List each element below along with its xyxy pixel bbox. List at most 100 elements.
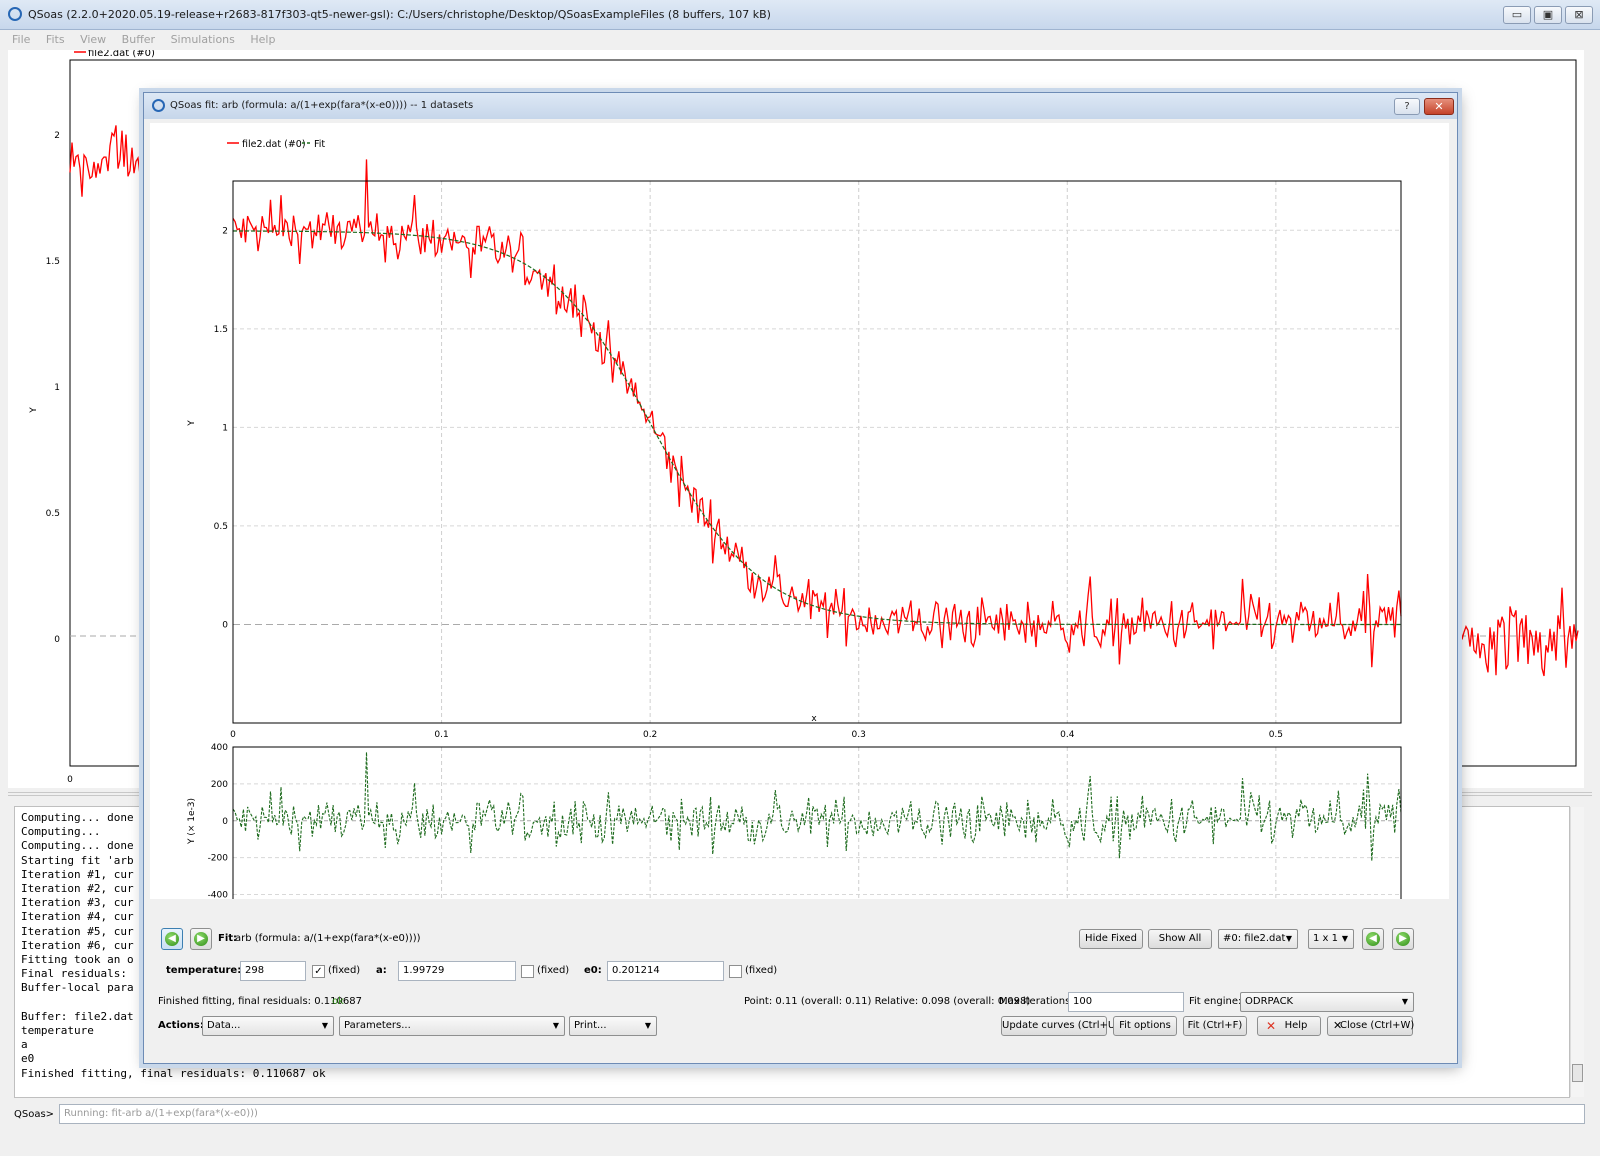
a-input[interactable]: 1.99729 (398, 961, 516, 981)
main-y-tick-0: 0 (54, 635, 60, 645)
close-dialog-label: Close (Ctrl+W) (1340, 1020, 1415, 1031)
dialog-app-icon (152, 99, 165, 112)
menu-file[interactable]: File (12, 30, 30, 50)
layout-select[interactable]: 1 x 1 ▼ (1308, 929, 1354, 949)
actions-label: Actions: (158, 1020, 204, 1031)
fit-y-axis-label: Y (187, 420, 197, 427)
dialog-close-button[interactable]: ✕ (1424, 98, 1454, 115)
console-scrollbar[interactable] (1570, 807, 1584, 1097)
residual-y-tick-label: 0 (222, 817, 228, 827)
legend-data-label: file2.dat (#0) (242, 139, 306, 150)
main-y-tick-1-5: 1.5 (46, 257, 60, 267)
main-y-axis-label: Y (29, 407, 39, 414)
update-curves-button[interactable]: Update curves (Ctrl+U) (1001, 1016, 1119, 1036)
menu-simulations[interactable]: Simulations (171, 30, 235, 50)
main-y-tick-2: 2 (54, 131, 60, 141)
console-scroll-thumb[interactable] (1572, 1064, 1583, 1082)
fit-status-ok: ok (332, 996, 344, 1007)
next-buffer-button[interactable]: ▶ (190, 928, 212, 950)
lifebuoy-icon: ✕ (1266, 1019, 1277, 1033)
residual-y-tick-label: -200 (208, 854, 229, 864)
menu-buffer[interactable]: Buffer (122, 30, 155, 50)
residual-y-tick-label: -400 (208, 891, 229, 899)
x-tick-label: 0.3 (852, 730, 866, 740)
maximize-button[interactable]: ▣ (1534, 6, 1562, 24)
next-dataset-button[interactable]: ▶ (1392, 928, 1414, 950)
console-line: Finished fitting, final residuals: 0.110… (21, 1066, 326, 1080)
main-data-trace-right (1437, 587, 1579, 677)
print-menu-label: Print... (574, 1020, 607, 1031)
main-y-tick-1: 1 (54, 383, 60, 393)
menu-help[interactable]: Help (250, 30, 275, 50)
temperature-fixed-checkbox[interactable]: ✓ (312, 965, 325, 978)
prompt-label: QSoas> (14, 1109, 55, 1120)
chevron-down-icon: ▼ (552, 1021, 559, 1030)
fit-plots-area: file2.dat (#0) Fit Y x Y (× 1e-3) 0 0.1 0.… (150, 123, 1449, 899)
dataset-select[interactable]: #0: file2.dat ▼ (1218, 929, 1298, 949)
fit-engine-select[interactable]: ODRPACK ▼ (1240, 992, 1414, 1012)
data-menu-label: Data... (207, 1020, 241, 1031)
main-window-title: QSoas (2.2.0+2020.05.19-release+r2683-81… (28, 8, 771, 21)
y-tick-label: 1 (222, 423, 228, 433)
main-x-tick-0: 0 (67, 775, 73, 785)
e0-input[interactable]: 0.201214 (607, 961, 724, 981)
menu-bar: File Fits View Buffer Simulations Help (0, 30, 1600, 50)
help-button-label: Help (1284, 1020, 1308, 1031)
data-series-line (232, 159, 1402, 668)
residual-series-line (232, 752, 1402, 861)
chevron-down-icon: ▼ (1341, 934, 1348, 943)
parameters-menu[interactable]: Parameters... ▼ (339, 1016, 565, 1036)
layout-select-value: 1 x 1 (1313, 933, 1338, 944)
prev-dataset-button[interactable]: ◀ (1362, 928, 1384, 950)
main-y-tick-0-5: 0.5 (46, 509, 60, 519)
app-icon (8, 7, 22, 21)
print-menu[interactable]: Print... ▼ (569, 1016, 657, 1036)
fit-options-button[interactable]: Fit options (1113, 1016, 1177, 1036)
residuals-info: Point: 0.11 (overall: 0.11) Relative: 0.… (744, 996, 1031, 1007)
temperature-fixed-label: (fixed) (328, 965, 361, 976)
fit-button[interactable]: Fit (Ctrl+F) (1183, 1016, 1247, 1036)
x-tick-label: 0.1 (434, 730, 448, 740)
hide-fixed-button[interactable]: Hide Fixed (1079, 929, 1143, 949)
data-menu[interactable]: Data... ▼ (202, 1016, 334, 1036)
prev-buffer-button[interactable]: ◀ (161, 928, 183, 950)
menu-fits[interactable]: Fits (46, 30, 65, 50)
fit-name: arb (formula: a/(1+exp(fara*(x-e0)))) (235, 933, 421, 944)
arrow-right-icon: ▶ (1396, 932, 1410, 946)
show-all-button[interactable]: Show All (1148, 929, 1212, 949)
close-window-button[interactable]: ⊠ (1565, 6, 1593, 24)
close-dialog-button[interactable]: ✕ Close (Ctrl+W) (1327, 1016, 1415, 1036)
fit-dialog: QSoas fit: arb (formula: a/(1+exp(fara*(… (143, 92, 1458, 1064)
max-iterations-input[interactable]: 100 (1068, 992, 1184, 1012)
dialog-help-button[interactable]: ? (1394, 98, 1420, 115)
y-tick-label: 1.5 (214, 325, 228, 335)
menu-view[interactable]: View (80, 30, 106, 50)
arrow-right-icon: ▶ (194, 932, 208, 946)
fit-engine-value: ODRPACK (1245, 996, 1294, 1007)
command-input[interactable]: Running: fit-arb a/(1+exp(fara*(x-e0))) (59, 1104, 1585, 1124)
e0-label: e0: (584, 965, 602, 976)
fit-main-frame (232, 180, 1402, 724)
dialog-titlebar: QSoas fit: arb (formula: a/(1+exp(fara*(… (144, 93, 1457, 119)
main-legend-label: file2.dat (#0) (88, 50, 155, 59)
minimize-button[interactable]: ▭ (1503, 6, 1531, 24)
x-tick-label: 0.2 (643, 730, 657, 740)
arrow-left-icon: ◀ (165, 932, 179, 946)
x-tick-label: 0.4 (1060, 730, 1075, 740)
fit-chart: file2.dat (#0) Fit Y x Y (× 1e-3) 0 0.1 0.… (187, 139, 1402, 899)
e0-fixed-checkbox[interactable] (729, 965, 742, 978)
chevron-down-icon: ▼ (1401, 997, 1408, 1006)
chevron-down-icon: ▼ (1285, 934, 1292, 943)
dataset-select-value: #0: file2.dat (1223, 933, 1286, 944)
temperature-input[interactable]: 298 (240, 961, 306, 981)
y-tick-label: 0 (222, 620, 228, 630)
a-label: a: (376, 965, 387, 976)
residual-y-tick-label: 400 (211, 743, 228, 753)
max-iterations-label: Max iterations: (999, 996, 1074, 1007)
help-button[interactable]: ✕ Help (1257, 1016, 1321, 1036)
fit-engine-label: Fit engine: (1189, 996, 1242, 1007)
temperature-label: temperature: (166, 965, 242, 976)
dialog-title: QSoas fit: arb (formula: a/(1+exp(fara*(… (170, 100, 474, 111)
y-tick-label: 0.5 (214, 522, 228, 532)
a-fixed-checkbox[interactable] (521, 965, 534, 978)
